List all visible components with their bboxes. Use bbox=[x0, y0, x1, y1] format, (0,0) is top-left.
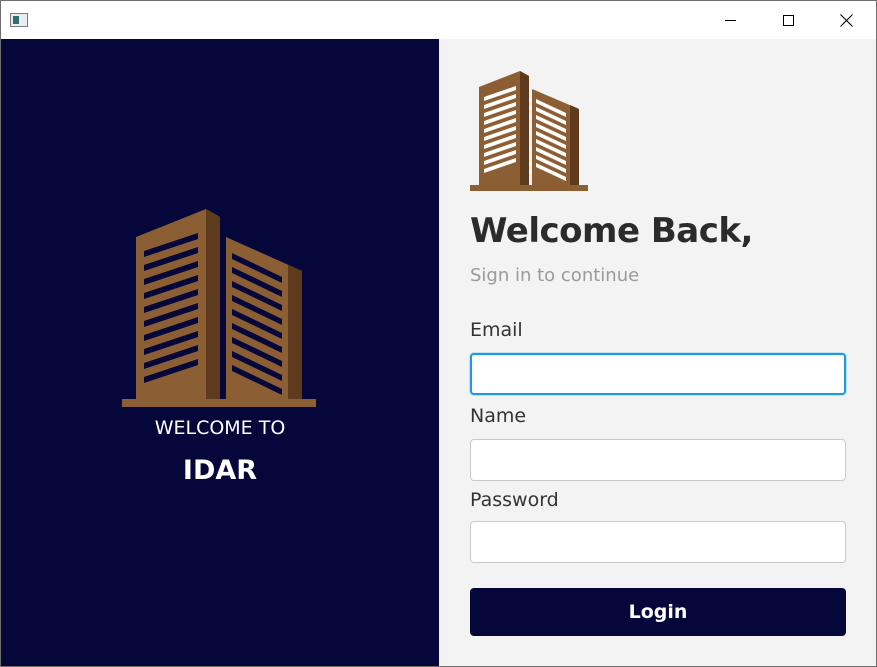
page-subheading: Sign in to continue bbox=[470, 265, 640, 286]
name-label: Name bbox=[470, 405, 527, 427]
welcome-to-text: WELCOME TO bbox=[154, 417, 286, 439]
login-panel: Welcome Back, Sign in to continue Email … bbox=[439, 39, 876, 666]
app-icon bbox=[10, 13, 28, 27]
minimize-icon bbox=[724, 19, 736, 21]
welcome-panel: WELCOME TO IDAR bbox=[1, 39, 439, 666]
page-heading: Welcome Back, bbox=[470, 211, 753, 251]
brand-name: IDAR bbox=[182, 455, 258, 486]
building-logo-icon bbox=[470, 71, 588, 191]
title-bar[interactable] bbox=[1, 1, 876, 39]
email-field[interactable] bbox=[470, 353, 846, 395]
password-field[interactable] bbox=[470, 521, 846, 563]
building-logo-icon bbox=[122, 209, 316, 407]
maximize-icon bbox=[782, 14, 794, 26]
minimize-button[interactable] bbox=[701, 1, 759, 39]
close-button[interactable] bbox=[817, 1, 875, 39]
password-label: Password bbox=[470, 489, 559, 511]
close-icon bbox=[839, 13, 853, 27]
email-label: Email bbox=[470, 319, 523, 341]
maximize-button[interactable] bbox=[759, 1, 817, 39]
name-field[interactable] bbox=[470, 439, 846, 481]
app-window: WELCOME TO IDAR Welcome Back, Sign in to… bbox=[0, 0, 877, 667]
login-button[interactable]: Login bbox=[470, 588, 846, 636]
